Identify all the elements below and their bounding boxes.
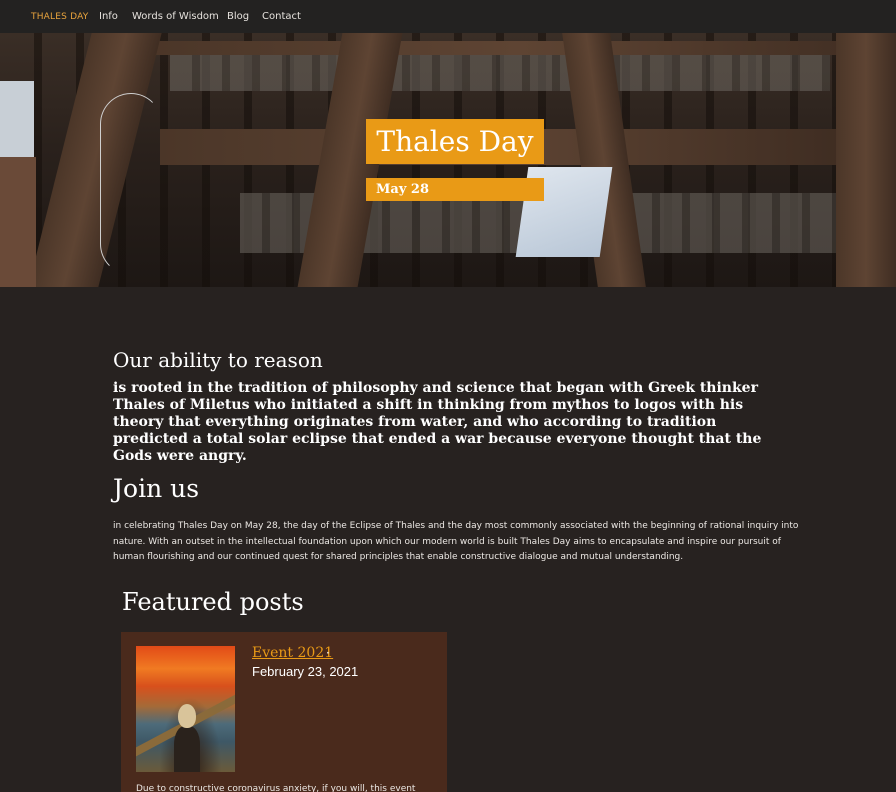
nav-item-blog[interactable]: Blog [227, 11, 249, 22]
join-text: in celebrating Thales Day on May 28, the… [113, 521, 799, 562]
post-separator: · [326, 646, 330, 660]
hero-title: Thales Day [366, 119, 544, 164]
post-title-link[interactable]: Event 2021 [252, 645, 333, 661]
nav-item-contact[interactable]: Contact [262, 11, 301, 22]
hero-banner: Thales Day May 28 [0, 33, 896, 287]
hero-wall [0, 157, 36, 287]
post-card: Event 2021 · February 23, 2021 Due to co… [121, 632, 447, 792]
painting-figure-head [178, 704, 196, 728]
hero-date: May 28 [366, 178, 544, 201]
intro-heading: Our ability to reason [113, 348, 323, 372]
hero-wire [100, 93, 162, 275]
roof-tiles [170, 55, 830, 91]
intro-text: is rooted in the tradition of philosophy… [113, 380, 762, 464]
nav-item-words-of-wisdom[interactable]: Words of Wisdom [132, 11, 219, 22]
nav-brand-link[interactable]: THALES DAY [31, 12, 88, 22]
roof-beam [150, 41, 890, 55]
painting-figure-body [174, 726, 200, 772]
post-excerpt: Due to constructive coronavirus anxiety,… [136, 784, 416, 792]
join-heading: Join us [113, 474, 200, 503]
post-thumbnail[interactable] [136, 646, 235, 772]
post-date: February 23, 2021 [252, 664, 359, 679]
nav-item-info[interactable]: Info [99, 11, 118, 22]
featured-heading: Featured posts [122, 588, 304, 616]
top-nav: THALES DAY Info Words of Wisdom Blog Con… [0, 0, 896, 33]
roof-beam [836, 33, 896, 287]
